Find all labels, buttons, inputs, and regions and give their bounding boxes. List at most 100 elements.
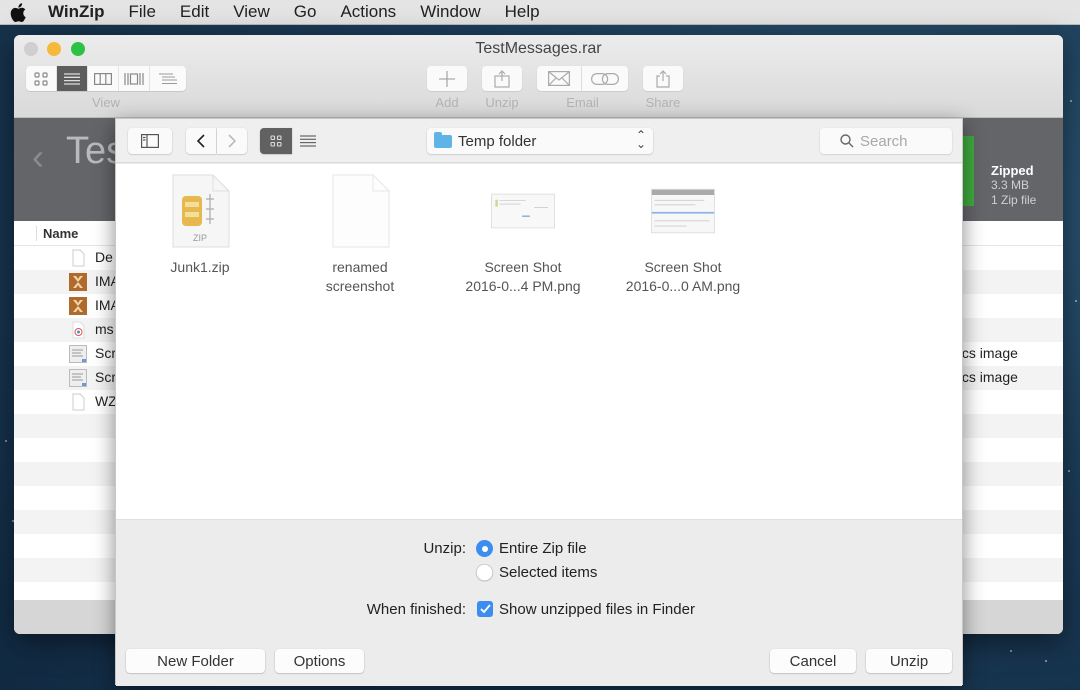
search-icon	[840, 134, 854, 148]
grid-icon	[270, 135, 282, 147]
file-browser: ZIP Junk1.zip renamed screenshot Screen …	[116, 164, 962, 519]
screenshot-thumbnail	[491, 174, 555, 248]
back-button[interactable]	[186, 128, 216, 154]
cancel-button[interactable]: Cancel	[770, 649, 856, 673]
message-icon	[72, 321, 85, 339]
location-label: Temp folder	[458, 132, 537, 150]
window-title: TestMessages.rar	[475, 40, 602, 57]
updown-chevron-icon: ⌃ ⌄	[635, 128, 646, 151]
unzip-icon	[494, 69, 510, 88]
list-view-button[interactable]	[293, 128, 323, 154]
image-icon	[69, 273, 87, 291]
add-tool: Add	[427, 66, 467, 110]
star	[5, 440, 7, 442]
menu-file[interactable]: File	[129, 2, 156, 22]
view-coverflow-button[interactable]	[119, 66, 150, 91]
view-mode-control	[26, 66, 186, 91]
view-label: View	[92, 95, 120, 110]
share-tool: Share	[643, 66, 683, 110]
file-name: ms	[95, 321, 114, 337]
unzip-label: Unzip:	[423, 540, 466, 557]
show-in-finder-label[interactable]: Show unzipped files in Finder	[499, 601, 695, 618]
list-icon	[64, 72, 80, 85]
view-text-button[interactable]	[150, 66, 186, 91]
menu-winzip[interactable]: WinZip	[48, 2, 105, 22]
view-icons-button[interactable]	[26, 66, 57, 91]
file-item[interactable]: renamed screenshot	[290, 174, 430, 296]
add-button[interactable]	[427, 66, 467, 91]
chevron-right-icon	[228, 134, 237, 148]
forward-button[interactable]	[217, 128, 247, 154]
email-button[interactable]	[537, 66, 582, 91]
grid-icon	[34, 71, 48, 86]
sidebar-toggle-button[interactable]	[128, 128, 172, 154]
image-icon	[69, 297, 87, 315]
menu-help[interactable]: Help	[505, 2, 540, 22]
envelope-icon	[548, 71, 570, 86]
file-name-line1: Screen Shot	[644, 259, 722, 275]
star	[1010, 650, 1012, 652]
screenshot-thumbnail	[651, 174, 715, 248]
apple-menu-icon[interactable]	[10, 2, 26, 22]
file-name: Scr	[95, 369, 116, 385]
icon-view-button[interactable]	[260, 128, 292, 154]
window-titlebar: TestMessages.rar View Add Unzip Email Sh…	[14, 35, 1063, 118]
file-label: Junk1.zip	[170, 258, 229, 277]
screenshot-icon	[69, 345, 87, 363]
search-input[interactable]	[860, 132, 950, 150]
text-lines-icon	[159, 72, 177, 84]
zipped-title: Zipped	[991, 163, 1034, 178]
file-label: renamed screenshot	[326, 258, 394, 296]
email-link-button[interactable]	[582, 66, 628, 91]
unzip-tool: Unzip	[482, 66, 522, 110]
file-name-line1: Junk1.zip	[170, 259, 230, 275]
list-icon	[300, 135, 316, 147]
file-item[interactable]: Screen Shot 2016-0...4 PM.png	[453, 174, 593, 296]
unzip-toolbar-button[interactable]	[482, 66, 522, 91]
unzip-button[interactable]: Unzip	[866, 649, 952, 673]
file-label: Screen Shot 2016-0...4 PM.png	[465, 258, 580, 296]
star	[1070, 100, 1072, 102]
menu-view[interactable]: View	[233, 2, 270, 22]
unzip-sheet: Temp folder ⌃⌄ ZIP Junk1.zip	[115, 118, 963, 686]
coverflow-icon	[124, 72, 144, 85]
name-column-header[interactable]: Name	[36, 226, 78, 241]
menu-go[interactable]: Go	[294, 2, 317, 22]
file-item[interactable]: Screen Shot 2016-0...0 AM.png	[613, 174, 753, 296]
back-chevron-icon[interactable]: ‹	[32, 136, 44, 178]
menu-bar: WinZip File Edit View Go Actions Window …	[0, 0, 1080, 25]
options-button[interactable]: Options	[275, 649, 364, 673]
star	[1068, 470, 1070, 472]
when-finished-label: When finished:	[366, 601, 466, 618]
folder-icon	[434, 131, 452, 148]
share-label: Share	[645, 95, 681, 110]
unzip-toolbar-label: Unzip	[485, 95, 519, 110]
menu-edit[interactable]: Edit	[180, 2, 209, 22]
document-icon	[72, 393, 85, 411]
unzip-options: Unzip: Entire Zip file Selected items Wh…	[116, 519, 962, 644]
file-item[interactable]: ZIP Junk1.zip	[130, 174, 270, 277]
entire-zip-radio[interactable]	[476, 540, 493, 557]
new-folder-button[interactable]: New Folder	[126, 649, 265, 673]
blank-file-icon	[328, 174, 392, 248]
sheet-footer: New Folder Options Cancel Unzip	[116, 644, 962, 686]
selected-items-radio[interactable]	[476, 564, 493, 581]
file-name-line2: screenshot	[325, 278, 395, 294]
show-in-finder-checkbox[interactable]	[477, 601, 493, 617]
email-label: Email	[566, 95, 599, 110]
location-popup[interactable]: Temp folder ⌃ ⌄	[427, 128, 653, 154]
search-field[interactable]	[820, 128, 952, 154]
file-name: De	[95, 249, 113, 265]
file-name: Scr	[95, 345, 116, 361]
zip-file-icon: ZIP	[168, 174, 232, 248]
entire-zip-label[interactable]: Entire Zip file	[499, 540, 587, 557]
file-name-line1: Screen Shot	[484, 259, 562, 275]
menu-actions[interactable]: Actions	[340, 2, 396, 22]
view-columns-button[interactable]	[88, 66, 119, 91]
share-button[interactable]	[643, 66, 683, 91]
view-list-button[interactable]	[57, 66, 88, 91]
menu-window[interactable]: Window	[420, 2, 480, 22]
svg-text:ZIP: ZIP	[193, 233, 207, 243]
selected-items-label[interactable]: Selected items	[499, 564, 597, 581]
add-label: Add	[435, 95, 459, 110]
